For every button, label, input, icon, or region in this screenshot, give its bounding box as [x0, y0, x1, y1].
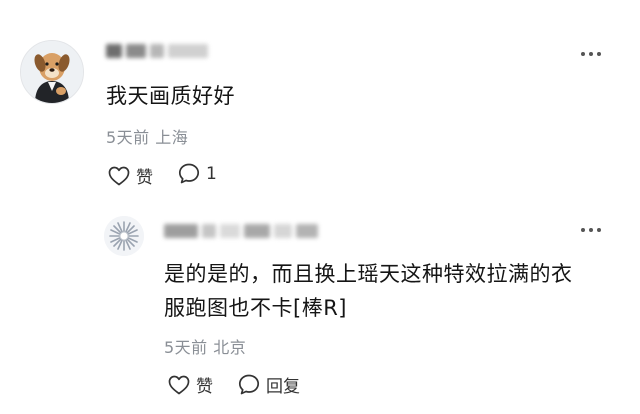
- avatar[interactable]: [20, 40, 84, 104]
- reply-text-line2: 服跑图也不卡[棒R]: [164, 296, 347, 320]
- like-label: 赞: [136, 168, 153, 188]
- like-button[interactable]: 赞: [168, 372, 213, 397]
- avatar[interactable]: [104, 216, 144, 256]
- more-options-icon[interactable]: [581, 228, 601, 232]
- dog-avatar-icon: [21, 41, 83, 103]
- heart-icon: [108, 166, 130, 185]
- comment-meta: 5天前 上海: [106, 128, 189, 147]
- like-button[interactable]: 赞: [108, 163, 153, 188]
- reply-label: 回复: [266, 377, 300, 397]
- starburst-avatar-icon: [104, 216, 144, 256]
- reply-button[interactable]: 回复: [238, 372, 300, 397]
- username-blurred[interactable]: [106, 44, 208, 58]
- comment-bubble-icon: [238, 374, 260, 395]
- reply-count-button[interactable]: 1: [178, 163, 217, 184]
- comment-bubble-icon: [178, 163, 200, 184]
- like-label: 赞: [196, 377, 213, 397]
- username-blurred[interactable]: [164, 224, 318, 238]
- comment-text: 我天画质好好: [106, 84, 235, 108]
- reply-meta: 5天前 北京: [164, 338, 247, 357]
- reply-count: 1: [206, 163, 217, 184]
- heart-icon: [168, 375, 190, 394]
- more-options-icon[interactable]: [581, 52, 601, 56]
- reply-text-line1: 是的是的，而且换上瑶天这种特效拉满的衣: [164, 262, 573, 286]
